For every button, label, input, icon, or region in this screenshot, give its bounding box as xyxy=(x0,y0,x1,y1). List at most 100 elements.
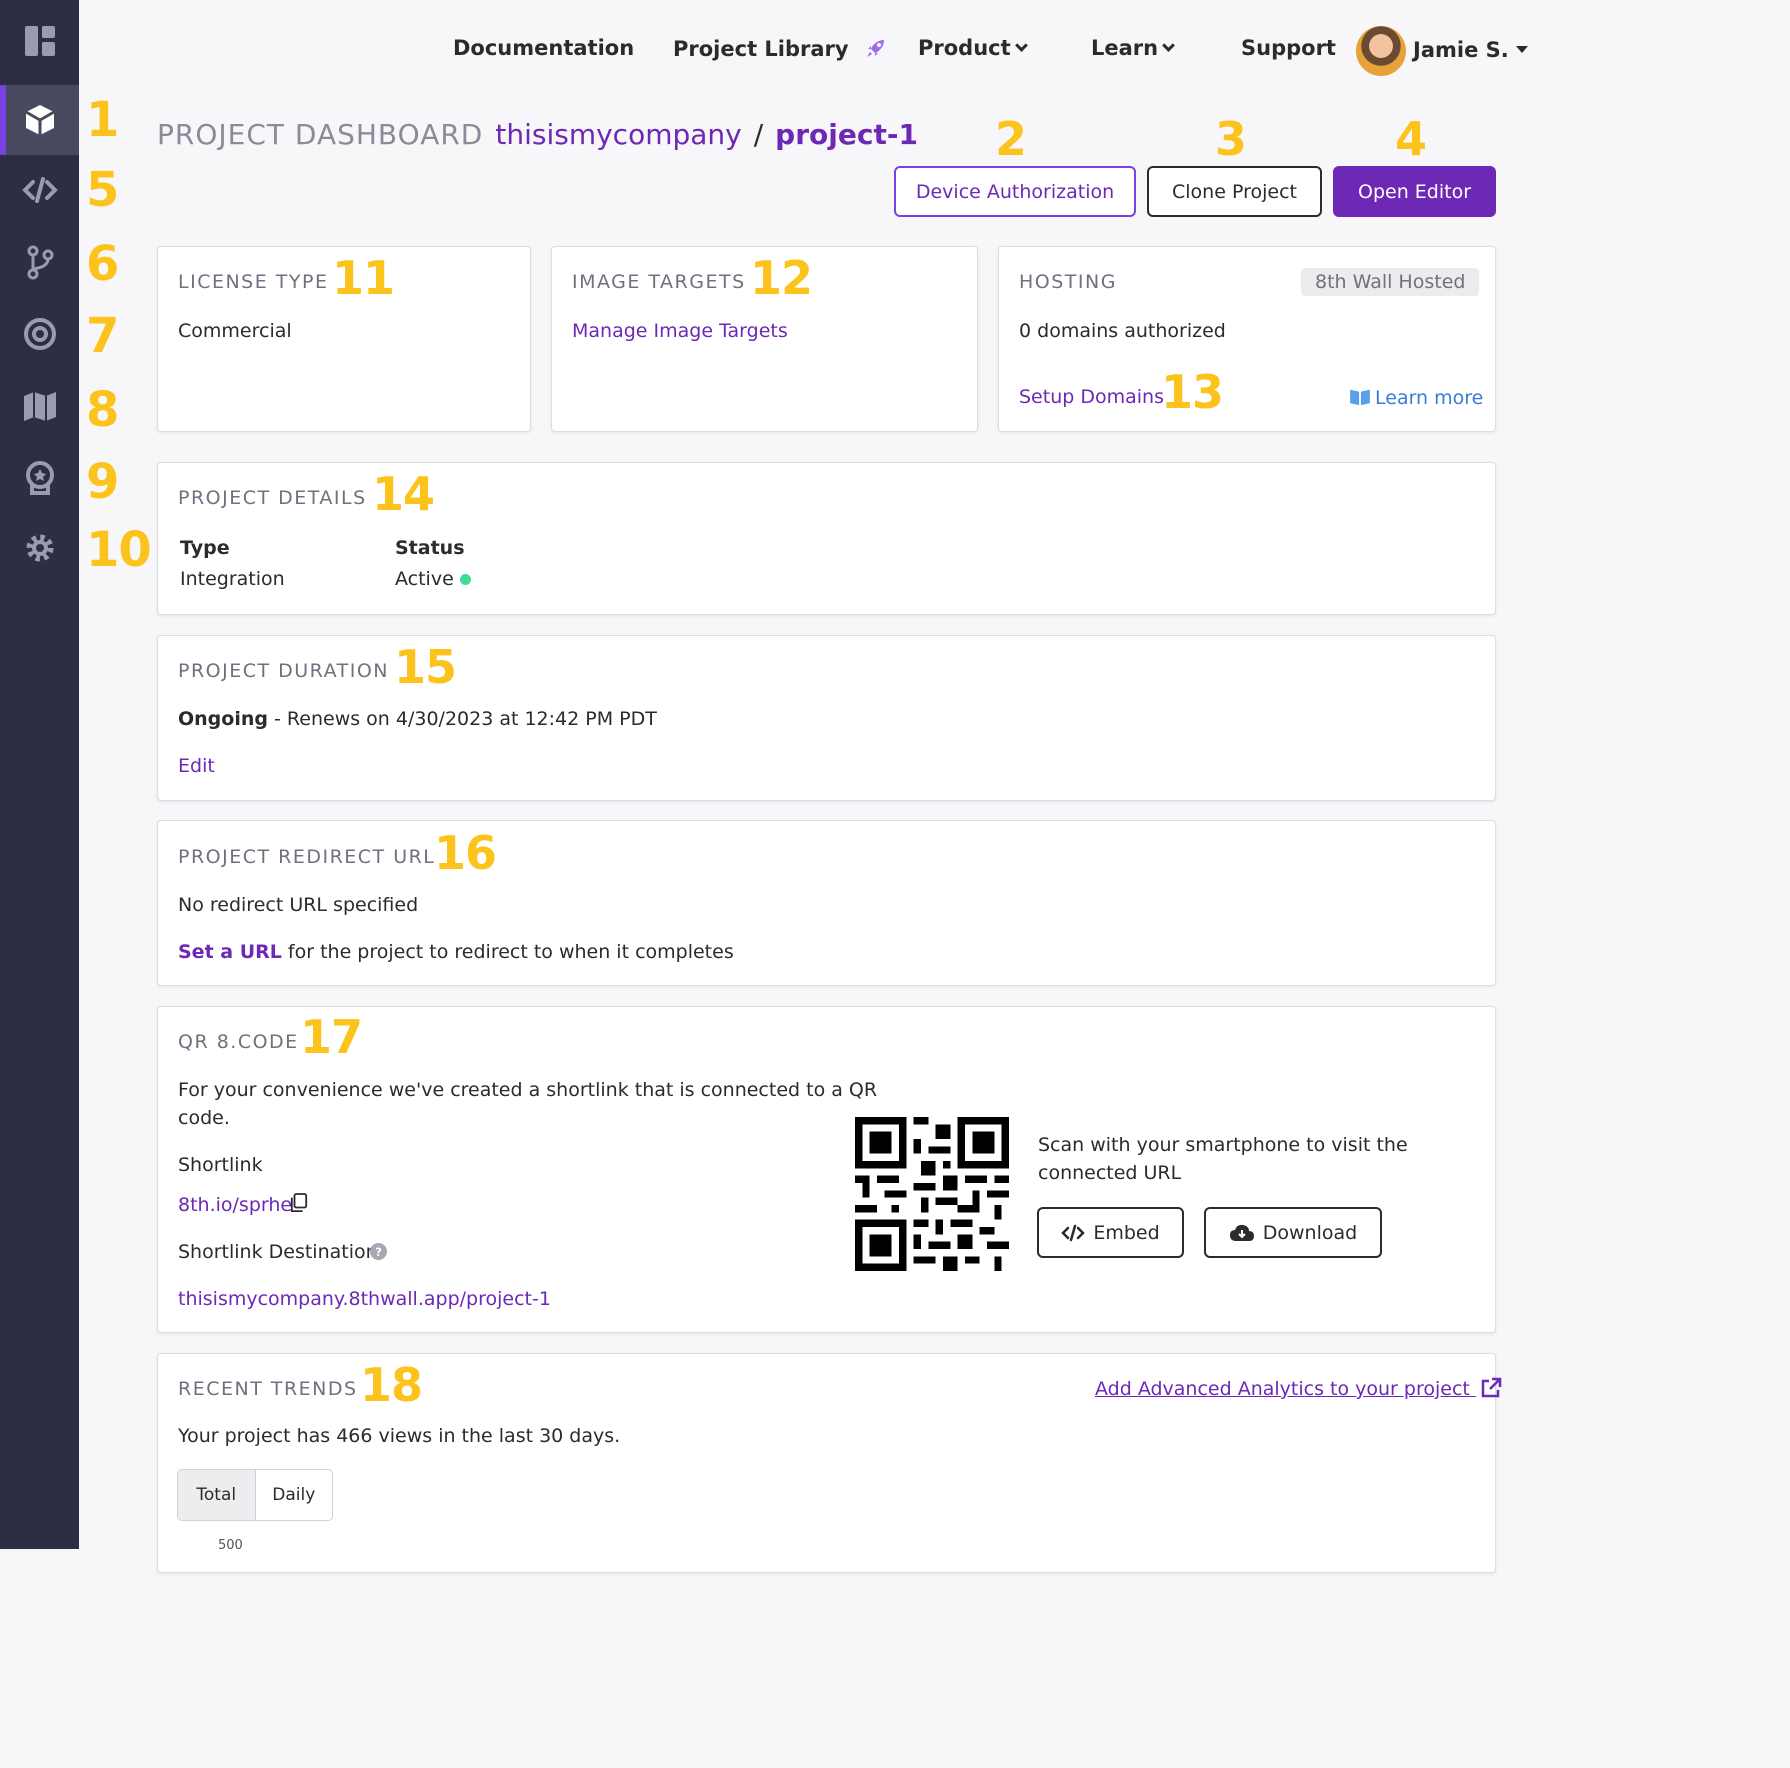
learn-more-link[interactable]: Learn more xyxy=(1349,387,1483,409)
set-url-link[interactable]: Set a URL xyxy=(178,941,282,963)
setup-domains-link[interactable]: Setup Domains xyxy=(1019,386,1164,408)
destination-label: Shortlink Destination xyxy=(178,1241,378,1263)
destination-link[interactable]: thisismycompany.8thwall.app/project-1 xyxy=(178,1288,551,1310)
trends-summary: Your project has 466 views in the last 3… xyxy=(178,1425,621,1447)
qr-code-image xyxy=(855,1117,1009,1271)
project-duration-title: PROJECT DURATION xyxy=(178,660,390,682)
annotation-7: 7 xyxy=(86,308,119,364)
nav-documentation[interactable]: Documentation xyxy=(453,36,634,60)
chevron-down-icon xyxy=(1014,39,1028,52)
recent-trends-card: RECENT TRENDS 18 Add Advanced Analytics … xyxy=(157,1353,1502,1573)
status-dot-icon xyxy=(459,574,471,585)
project-details-card: PROJECT DETAILS 14 Type Integration Stat… xyxy=(157,462,1496,615)
duration-renews: - Renews on 4/30/2023 at 12:42 PM PDT xyxy=(267,708,657,730)
annotation-6: 6 xyxy=(86,236,119,292)
rocket-icon xyxy=(866,40,884,57)
edit-duration-link[interactable]: Edit xyxy=(178,755,215,777)
breadcrumb-section: PROJECT DASHBOARD xyxy=(157,118,484,151)
annotation-13: 13 xyxy=(1161,365,1224,419)
nav-learn-label: Learn xyxy=(1091,36,1159,60)
duration-status: Ongoing xyxy=(178,708,268,730)
git-branch-icon xyxy=(27,245,53,280)
hosting-card: HOSTING 8th Wall Hosted 0 domains author… xyxy=(998,246,1496,432)
shortlink-link[interactable]: 8th.io/sprhe xyxy=(178,1194,292,1216)
project-details-title: PROJECT DETAILS xyxy=(178,487,367,509)
svg-text:?: ? xyxy=(375,1245,382,1259)
nav-support[interactable]: Support xyxy=(1241,36,1336,60)
copy-icon[interactable] xyxy=(290,1193,308,1213)
user-name[interactable]: Jamie S. xyxy=(1413,38,1509,62)
license-value: Commercial xyxy=(178,320,292,342)
redirect-instructions: Set a URL for the project to redirect to… xyxy=(178,941,734,963)
status-value-wrap: Active xyxy=(395,568,471,590)
gear-icon xyxy=(26,534,53,562)
tab-total[interactable]: Total xyxy=(178,1470,256,1520)
annotation-15: 15 xyxy=(394,640,457,694)
status-value: Active xyxy=(395,568,454,590)
hosting-title: HOSTING xyxy=(1019,271,1117,293)
annotation-8: 8 xyxy=(86,382,119,438)
sidebar-item-dashboard[interactable] xyxy=(0,6,79,76)
embed-button[interactable]: Embed xyxy=(1037,1207,1184,1258)
tab-daily[interactable]: Daily xyxy=(256,1470,333,1520)
license-title: LICENSE TYPE xyxy=(178,271,329,293)
breadcrumb-separator: / xyxy=(753,118,764,151)
nav-learn[interactable]: Learn xyxy=(1091,36,1175,60)
clone-project-button[interactable]: Clone Project xyxy=(1147,166,1322,217)
duration-line: Ongoing - Renews on 4/30/2023 at 12:42 P… xyxy=(178,708,657,730)
scan-line1: Scan with your smartphone to visit the xyxy=(1038,1134,1408,1156)
open-editor-button[interactable]: Open Editor xyxy=(1333,166,1496,217)
manage-image-targets-link[interactable]: Manage Image Targets xyxy=(572,320,788,342)
code-icon xyxy=(1061,1224,1086,1241)
learn-more-label: Learn more xyxy=(1375,387,1484,409)
help-icon[interactable]: ? xyxy=(370,1243,387,1260)
scan-line2: connected URL xyxy=(1038,1162,1182,1184)
annotation-9: 9 xyxy=(86,454,119,510)
project-redirect-card: PROJECT REDIRECT URL 16 No redirect URL … xyxy=(157,820,1496,986)
embed-label: Embed xyxy=(1093,1221,1160,1244)
sidebar-item-project[interactable] xyxy=(0,85,79,155)
breadcrumb-project: project-1 xyxy=(775,118,918,151)
target-icon xyxy=(23,318,56,350)
sidebar-item-targets[interactable] xyxy=(0,299,79,369)
breadcrumb: PROJECT DASHBOARD thisismycompany / project… xyxy=(157,118,918,151)
recent-trends-title: RECENT TRENDS xyxy=(178,1378,358,1400)
advanced-analytics-link[interactable]: Add Advanced Analytics to your project xyxy=(1095,1377,1502,1400)
sidebar-item-code[interactable] xyxy=(0,155,79,225)
chevron-down-icon xyxy=(1162,39,1175,52)
nav-project-library[interactable]: Project Library xyxy=(673,36,888,61)
type-label: Type xyxy=(180,537,230,559)
project-duration-card: PROJECT DURATION 15 Ongoing - Renews on … xyxy=(157,635,1496,801)
annotation-16: 16 xyxy=(434,826,497,880)
annotation-10: 10 xyxy=(86,522,152,578)
annotation-12: 12 xyxy=(750,251,813,305)
sidebar-item-settings[interactable] xyxy=(0,513,79,583)
sidebar xyxy=(0,0,79,1549)
download-button[interactable]: Download xyxy=(1204,1207,1382,1258)
breadcrumb-workspace[interactable]: thisismycompany xyxy=(495,118,741,151)
annotation-11: 11 xyxy=(332,251,395,305)
sidebar-item-awards[interactable] xyxy=(0,443,79,513)
image-targets-title: IMAGE TARGETS xyxy=(572,271,746,293)
download-label: Download xyxy=(1262,1221,1358,1244)
dashboard-icon xyxy=(24,26,55,56)
annotation-4: 4 xyxy=(1395,112,1427,166)
advanced-analytics-label: Add Advanced Analytics to your project xyxy=(1095,1378,1470,1400)
code-icon xyxy=(21,177,58,203)
qr-desc-line2: code. xyxy=(178,1107,230,1129)
shortlink-label: Shortlink xyxy=(178,1154,263,1176)
caret-down-icon[interactable] xyxy=(1516,46,1528,53)
nav-product[interactable]: Product xyxy=(918,36,1028,60)
annotation-18: 18 xyxy=(360,1358,423,1412)
sidebar-item-map[interactable] xyxy=(0,371,79,441)
sidebar-item-branches[interactable] xyxy=(0,227,79,297)
redirect-none: No redirect URL specified xyxy=(178,894,419,916)
external-link-icon xyxy=(1481,1377,1502,1398)
trends-toggle: Total Daily xyxy=(177,1469,333,1521)
award-icon xyxy=(25,461,54,495)
avatar[interactable] xyxy=(1356,26,1406,76)
license-card: LICENSE TYPE 11 Commercial xyxy=(157,246,531,432)
device-authorization-button[interactable]: Device Authorization xyxy=(894,166,1136,217)
image-targets-card: IMAGE TARGETS 12 Manage Image Targets xyxy=(551,246,978,432)
annotation-3: 3 xyxy=(1215,112,1247,166)
